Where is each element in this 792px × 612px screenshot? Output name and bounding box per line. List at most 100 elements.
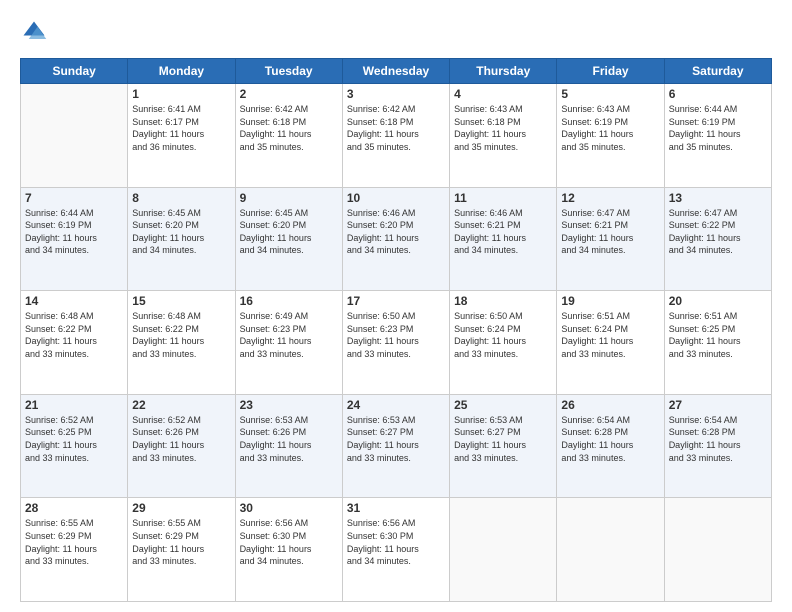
day-info: Sunrise: 6:56 AMSunset: 6:30 PMDaylight:…: [240, 517, 338, 567]
calendar-cell: [21, 84, 128, 188]
day-info: Sunrise: 6:51 AMSunset: 6:24 PMDaylight:…: [561, 310, 659, 360]
day-info: Sunrise: 6:54 AMSunset: 6:28 PMDaylight:…: [561, 414, 659, 464]
calendar-cell: 21Sunrise: 6:52 AMSunset: 6:25 PMDayligh…: [21, 394, 128, 498]
day-info: Sunrise: 6:41 AMSunset: 6:17 PMDaylight:…: [132, 103, 230, 153]
day-number: 18: [454, 294, 552, 308]
weekday-header-monday: Monday: [128, 59, 235, 84]
calendar-cell: 11 Sunrise: 6:46 AMSunset: 6:21 PMDayligh…: [450, 187, 557, 291]
calendar-cell: 30Sunrise: 6:56 AMSunset: 6:30 PMDayligh…: [235, 498, 342, 602]
calendar-cell: 22 Sunrise: 6:52 AMSunset: 6:26 PMDayligh…: [128, 394, 235, 498]
weekday-header-thursday: Thursday: [450, 59, 557, 84]
day-info: Sunrise: 6:56 AMSunset: 6:30 PMDaylight:…: [347, 517, 445, 567]
day-info: Sunrise: 6:47 AMSunset: 6:22 PMDaylight:…: [669, 207, 767, 257]
calendar-cell: 24 Sunrise: 6:53 AMSunset: 6:27 PMDayligh…: [342, 394, 449, 498]
day-number: 19: [561, 294, 659, 308]
day-number: 27: [669, 398, 767, 412]
calendar-cell: 13 Sunrise: 6:47 AMSunset: 6:22 PMDayligh…: [664, 187, 771, 291]
day-info: Sunrise: 6:48 AMSunset: 6:22 PMDaylight:…: [25, 310, 123, 360]
day-number: 17: [347, 294, 445, 308]
day-info: Sunrise: 6:43 AMSunset: 6:19 PMDaylight:…: [561, 103, 659, 153]
day-number: 13: [669, 191, 767, 205]
day-info: Sunrise: 6:44 AMSunset: 6:19 PMDaylight:…: [25, 207, 123, 257]
day-info: Sunrise: 6:55 AMSunset: 6:29 PMDaylight:…: [25, 517, 123, 567]
day-info: Sunrise: 6:48 AMSunset: 6:22 PMDaylight:…: [132, 310, 230, 360]
day-info: Sunrise: 6:51 AMSunset: 6:25 PMDaylight:…: [669, 310, 767, 360]
day-number: 23: [240, 398, 338, 412]
day-info: Sunrise: 6:50 AMSunset: 6:23 PMDaylight:…: [347, 310, 445, 360]
calendar-cell: 16 Sunrise: 6:49 AMSunset: 6:23 PMDayligh…: [235, 291, 342, 395]
calendar-cell: 26 Sunrise: 6:54 AMSunset: 6:28 PMDayligh…: [557, 394, 664, 498]
calendar-cell: 27 Sunrise: 6:54 AMSunset: 6:28 PMDayligh…: [664, 394, 771, 498]
day-info: Sunrise: 6:53 AMSunset: 6:27 PMDaylight:…: [347, 414, 445, 464]
logo: [20, 18, 52, 46]
calendar-week-row: 21Sunrise: 6:52 AMSunset: 6:25 PMDayligh…: [21, 394, 772, 498]
day-number: 24: [347, 398, 445, 412]
day-number: 7: [25, 191, 123, 205]
day-number: 1: [132, 87, 230, 101]
day-info: Sunrise: 6:47 AMSunset: 6:21 PMDaylight:…: [561, 207, 659, 257]
calendar-week-row: 28 Sunrise: 6:55 AMSunset: 6:29 PMDayligh…: [21, 498, 772, 602]
calendar-cell: 5 Sunrise: 6:43 AMSunset: 6:19 PMDaylight…: [557, 84, 664, 188]
calendar-cell: 31 Sunrise: 6:56 AMSunset: 6:30 PMDayligh…: [342, 498, 449, 602]
calendar-cell: 28 Sunrise: 6:55 AMSunset: 6:29 PMDayligh…: [21, 498, 128, 602]
calendar-cell: 1 Sunrise: 6:41 AMSunset: 6:17 PMDaylight…: [128, 84, 235, 188]
day-info: Sunrise: 6:46 AMSunset: 6:21 PMDaylight:…: [454, 207, 552, 257]
day-info: Sunrise: 6:42 AMSunset: 6:18 PMDaylight:…: [347, 103, 445, 153]
day-info: Sunrise: 6:42 AMSunset: 6:18 PMDaylight:…: [240, 103, 338, 153]
calendar-cell: 19 Sunrise: 6:51 AMSunset: 6:24 PMDayligh…: [557, 291, 664, 395]
calendar-cell: 2 Sunrise: 6:42 AMSunset: 6:18 PMDaylight…: [235, 84, 342, 188]
day-info: Sunrise: 6:54 AMSunset: 6:28 PMDaylight:…: [669, 414, 767, 464]
day-info: Sunrise: 6:52 AMSunset: 6:26 PMDaylight:…: [132, 414, 230, 464]
day-number: 3: [347, 87, 445, 101]
calendar-week-row: 14 Sunrise: 6:48 AMSunset: 6:22 PMDayligh…: [21, 291, 772, 395]
day-number: 4: [454, 87, 552, 101]
calendar-table: SundayMondayTuesdayWednesdayThursdayFrid…: [20, 58, 772, 602]
day-number: 6: [669, 87, 767, 101]
day-number: 5: [561, 87, 659, 101]
day-info: Sunrise: 6:50 AMSunset: 6:24 PMDaylight:…: [454, 310, 552, 360]
day-number: 31: [347, 501, 445, 515]
day-number: 14: [25, 294, 123, 308]
weekday-header-saturday: Saturday: [664, 59, 771, 84]
calendar-cell: 29Sunrise: 6:55 AMSunset: 6:29 PMDayligh…: [128, 498, 235, 602]
weekday-header-wednesday: Wednesday: [342, 59, 449, 84]
calendar-cell: 9 Sunrise: 6:45 AMSunset: 6:20 PMDaylight…: [235, 187, 342, 291]
day-number: 25: [454, 398, 552, 412]
calendar-cell: 12 Sunrise: 6:47 AMSunset: 6:21 PMDayligh…: [557, 187, 664, 291]
calendar-cell: [450, 498, 557, 602]
logo-icon: [20, 18, 48, 46]
calendar-cell: 3 Sunrise: 6:42 AMSunset: 6:18 PMDaylight…: [342, 84, 449, 188]
day-number: 15: [132, 294, 230, 308]
day-number: 16: [240, 294, 338, 308]
day-number: 12: [561, 191, 659, 205]
day-info: Sunrise: 6:45 AMSunset: 6:20 PMDaylight:…: [240, 207, 338, 257]
weekday-header-row: SundayMondayTuesdayWednesdayThursdayFrid…: [21, 59, 772, 84]
calendar-cell: 4 Sunrise: 6:43 AMSunset: 6:18 PMDaylight…: [450, 84, 557, 188]
calendar-cell: 20 Sunrise: 6:51 AMSunset: 6:25 PMDayligh…: [664, 291, 771, 395]
calendar-cell: [557, 498, 664, 602]
day-number: 2: [240, 87, 338, 101]
day-number: 22: [132, 398, 230, 412]
day-number: 8: [132, 191, 230, 205]
day-info: Sunrise: 6:53 AMSunset: 6:26 PMDaylight:…: [240, 414, 338, 464]
day-number: 29: [132, 501, 230, 515]
day-info: Sunrise: 6:49 AMSunset: 6:23 PMDaylight:…: [240, 310, 338, 360]
day-number: 11: [454, 191, 552, 205]
page: SundayMondayTuesdayWednesdayThursdayFrid…: [0, 0, 792, 612]
calendar-cell: 8Sunrise: 6:45 AMSunset: 6:20 PMDaylight…: [128, 187, 235, 291]
weekday-header-tuesday: Tuesday: [235, 59, 342, 84]
calendar-cell: 6Sunrise: 6:44 AMSunset: 6:19 PMDaylight…: [664, 84, 771, 188]
calendar-cell: 14 Sunrise: 6:48 AMSunset: 6:22 PMDayligh…: [21, 291, 128, 395]
day-number: 28: [25, 501, 123, 515]
weekday-header-friday: Friday: [557, 59, 664, 84]
calendar-cell: 18 Sunrise: 6:50 AMSunset: 6:24 PMDayligh…: [450, 291, 557, 395]
calendar-cell: 15 Sunrise: 6:48 AMSunset: 6:22 PMDayligh…: [128, 291, 235, 395]
day-number: 9: [240, 191, 338, 205]
day-number: 26: [561, 398, 659, 412]
calendar-cell: 23 Sunrise: 6:53 AMSunset: 6:26 PMDayligh…: [235, 394, 342, 498]
day-number: 20: [669, 294, 767, 308]
calendar-cell: 17 Sunrise: 6:50 AMSunset: 6:23 PMDayligh…: [342, 291, 449, 395]
day-info: Sunrise: 6:43 AMSunset: 6:18 PMDaylight:…: [454, 103, 552, 153]
calendar-cell: [664, 498, 771, 602]
calendar-cell: 25Sunrise: 6:53 AMSunset: 6:27 PMDayligh…: [450, 394, 557, 498]
